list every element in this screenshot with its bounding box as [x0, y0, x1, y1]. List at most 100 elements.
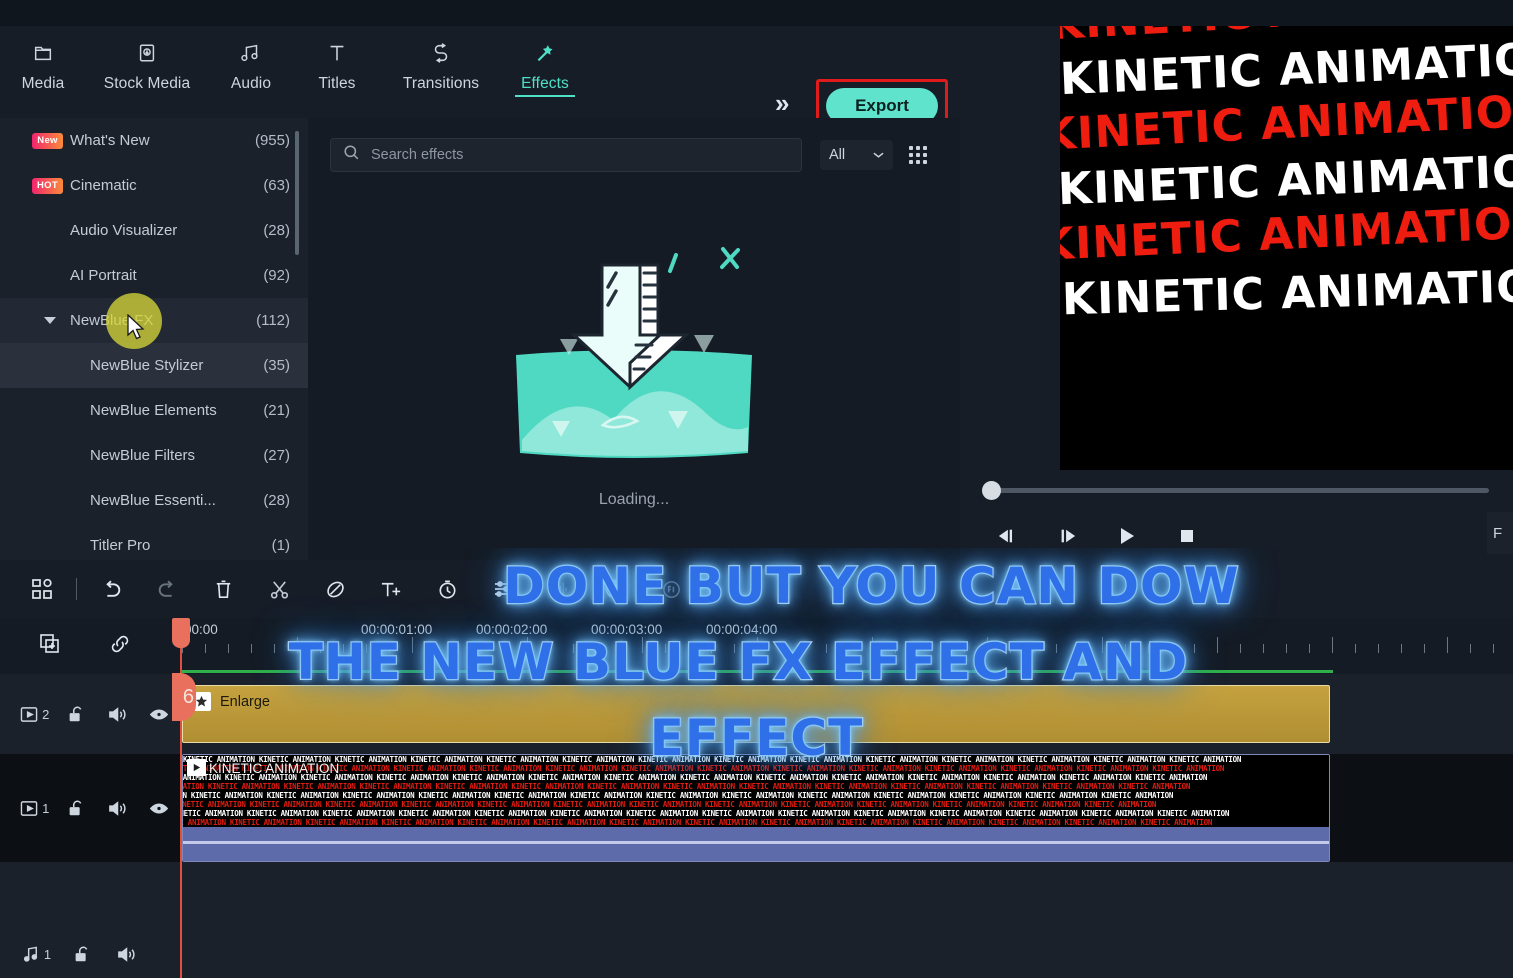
effects-category-sidebar[interactable]: New What's New (955) HOT Cinematic (63) … [0, 118, 308, 560]
layout-grid-button[interactable] [14, 560, 70, 618]
tab-stock-media[interactable]: Stock Media [86, 26, 208, 93]
scrubber-track[interactable] [984, 488, 1489, 493]
track-lock-button-2[interactable] [56, 704, 98, 724]
redo-button[interactable] [139, 560, 195, 618]
timeline-ruler[interactable]: 00:00 00:00:01:00 00:00:02:00 00:00:03:0… [180, 618, 1513, 674]
redo-icon [158, 579, 173, 597]
folder-icon [32, 40, 54, 66]
track-video-icon-2[interactable]: 2 [14, 706, 56, 723]
link-button[interactable] [108, 632, 132, 661]
track-mute-button-2[interactable] [97, 705, 139, 724]
previous-frame-button[interactable] [990, 521, 1024, 551]
track-visibility-button-1[interactable] [139, 800, 181, 817]
preview-right-button[interactable]: F [1487, 512, 1513, 554]
sidebar-item-whats-new[interactable]: New What's New (955) [0, 118, 308, 163]
auto-reframe-icon [662, 580, 680, 598]
sidebar-item-label: NewBlue Elements [90, 402, 217, 419]
prev-frame-icon [998, 529, 1013, 543]
timeline-panel: 00:00 00:00:01:00 00:00:02:00 00:00:03:0… [0, 618, 1513, 978]
tab-media[interactable]: Media [0, 26, 86, 93]
sidebar-item-newblue-stylizer[interactable]: NewBlue Stylizer (35) [0, 343, 308, 388]
speed-button[interactable] [419, 560, 475, 618]
split-button[interactable] [251, 560, 307, 618]
ruler-tick-minor [734, 644, 735, 653]
ruler-tick-minor [688, 644, 689, 653]
tab-stock-media-label: Stock Media [103, 75, 191, 92]
sidebar-item-audio-visualizer[interactable]: Audio Visualizer (28) [0, 208, 308, 253]
ruler-tick-minor [1033, 644, 1034, 653]
top-toolbar: Media Stock Media Audio Titles Transitio… [0, 0, 960, 133]
loading-label: Loading... [598, 491, 670, 508]
ruler-tick-minor [1125, 644, 1126, 653]
tab-media-label: Media [21, 75, 65, 92]
more-tabs-chevron-icon[interactable]: » [775, 90, 789, 116]
speed-icon [438, 580, 456, 598]
clip-enlarge[interactable]: Enlarge [182, 685, 1330, 743]
tab-effects[interactable]: Effects [502, 26, 588, 93]
filter-dropdown[interactable]: All [820, 140, 893, 170]
auto-reframe-button[interactable] [643, 560, 699, 618]
ruler-tick-minor [573, 644, 574, 653]
scrubber-handle[interactable] [982, 481, 1001, 500]
sidebar-item-newblue-fx[interactable]: NewBlue FX (112) [0, 298, 308, 343]
undo-button[interactable] [83, 560, 139, 618]
preview-scrubber[interactable] [960, 470, 1513, 512]
stop-button[interactable] [1170, 521, 1204, 551]
ruler-tick-minor [1056, 644, 1057, 653]
layout-grid-icon [32, 578, 52, 599]
track-row-video-2: 2 Enlarge [0, 674, 1513, 754]
speaker-icon [118, 947, 135, 962]
playhead[interactable]: 6 [172, 618, 196, 978]
sidebar-item-label: AI Portrait [70, 267, 137, 284]
sidebar-item-label: NewBlue Essenti... [90, 492, 216, 509]
tab-effects-label: Effects [521, 75, 569, 92]
tab-audio[interactable]: Audio [208, 26, 294, 93]
marker-button[interactable] [307, 560, 363, 618]
grid-view-icon[interactable] [909, 146, 927, 164]
ruler-tick-minor [504, 644, 505, 653]
sidebar-item-cinematic[interactable]: HOT Cinematic (63) [0, 163, 308, 208]
sidebar-item-label: Titler Pro [90, 537, 151, 554]
audio-ducking-button[interactable] [587, 560, 643, 618]
tab-titles[interactable]: Titles [294, 26, 380, 93]
sidebar-item-ai-portrait[interactable]: AI Portrait (92) [0, 253, 308, 298]
preview-text-line: KINETIC ANIMATION [1061, 260, 1513, 326]
sidebar-item-count: (955) [254, 132, 290, 149]
track-mute-button-1[interactable] [97, 799, 139, 818]
add-track-button[interactable] [38, 632, 62, 661]
track-lock-button-a1[interactable] [59, 944, 104, 964]
track-number: 2 [42, 706, 50, 722]
playhead-handle[interactable] [172, 618, 190, 648]
ruler-tick-minor [1079, 644, 1080, 653]
add-text-button[interactable] [363, 560, 419, 618]
delete-button[interactable] [195, 560, 251, 618]
audio-waveform-button[interactable] [531, 560, 587, 618]
search-input-wrapper[interactable] [330, 138, 802, 172]
ruler-tick-minor [458, 644, 459, 653]
ruler-tick-minor [1171, 644, 1172, 653]
sidebar-item-titler-pro[interactable]: Titler Pro (1) [0, 523, 308, 560]
play-button[interactable] [1110, 521, 1144, 551]
search-input[interactable] [371, 147, 789, 163]
sidebar-item-newblue-elements[interactable]: NewBlue Elements (21) [0, 388, 308, 433]
chevron-down-icon [873, 152, 884, 158]
clip-kinetic-animation[interactable]: KINETIC ANIMATION KINETIC ANIMATION KINE… [182, 754, 1330, 862]
sidebar-item-newblue-filters[interactable]: NewBlue Filters (27) [0, 433, 308, 478]
track-audio-icon-1[interactable]: 1 [14, 945, 59, 964]
video-preview-stage[interactable]: KINETIC ANIMATION K KINETIC ANIMATION KI… [1060, 26, 1513, 470]
filmstrip-row: KINETIC ANIMATION KINETIC ANIMATION KINE… [183, 773, 1208, 782]
track-row-audio-1: 1 [0, 862, 1513, 978]
next-frame-button[interactable] [1050, 521, 1084, 551]
tab-transitions[interactable]: Transitions [380, 26, 502, 93]
track-video-icon-1[interactable]: 1 [14, 800, 56, 817]
delete-icon [216, 580, 230, 598]
sidebar-scrollbar[interactable] [295, 131, 299, 255]
track-mute-button-a1[interactable] [104, 945, 149, 964]
track-lock-button-1[interactable] [56, 798, 98, 818]
color-adjust-button[interactable] [475, 560, 531, 618]
audio-waveform-icon [550, 581, 567, 597]
sidebar-item-count: (35) [263, 357, 290, 374]
sidebar-item-newblue-essentials[interactable]: NewBlue Essenti... (28) [0, 478, 308, 523]
ruler-tick-major [1332, 637, 1333, 653]
hot-badge: HOT [32, 177, 63, 194]
